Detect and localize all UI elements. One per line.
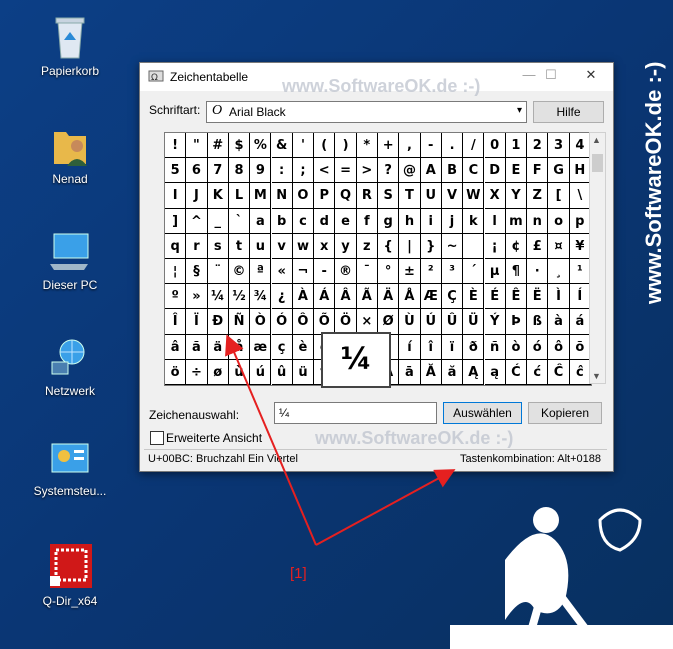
annotation-label: [1]: [290, 565, 307, 582]
annotation-overlay: [225, 334, 673, 649]
annotation-arrow-to-status: [315, 469, 456, 546]
annotation-arrow-to-char: [225, 334, 317, 546]
mascot-figure: [450, 507, 673, 649]
